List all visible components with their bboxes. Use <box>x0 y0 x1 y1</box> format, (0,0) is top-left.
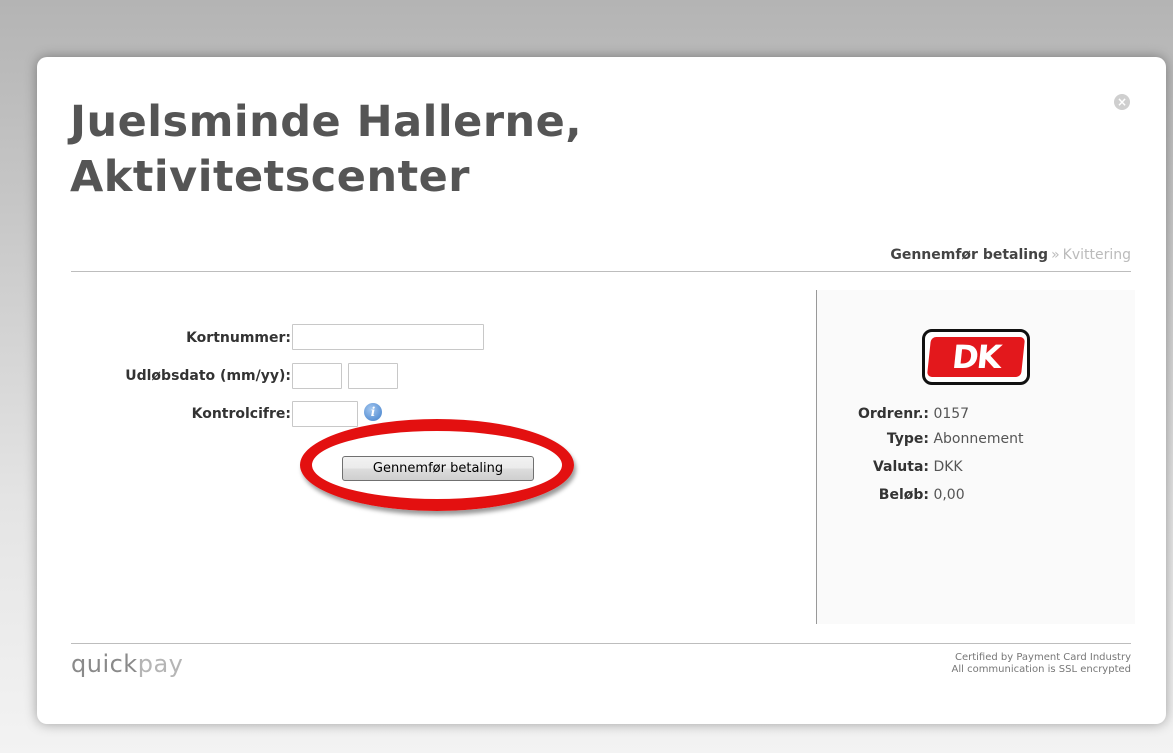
expiry-month-input[interactable] <box>292 363 342 389</box>
currency-label: Valuta: <box>872 459 929 475</box>
order-number-label: Ordrenr.: <box>857 406 929 422</box>
amount-value: 0,00 <box>933 487 965 503</box>
amount-row: Beløb: 0,00 <box>837 487 965 503</box>
step-current: Gennemfør betaling <box>890 247 1049 263</box>
pay-button[interactable]: Gennemfør betaling <box>342 456 534 481</box>
order-number-row: Ordrenr.: 0157 <box>837 406 969 422</box>
brand-part-2: pay <box>137 650 184 678</box>
type-row: Type: Abonnement <box>837 431 1024 447</box>
cvc-input[interactable] <box>292 401 358 427</box>
step-separator: » <box>1051 247 1060 263</box>
expiry-year-input[interactable] <box>348 363 398 389</box>
cert-line-1: Certified by Payment Card Industry <box>954 652 1131 663</box>
order-number-value: 0157 <box>933 406 970 422</box>
header-divider <box>71 271 1131 272</box>
dankort-logo: DK <box>922 329 1030 385</box>
cvc-label: Kontrolcifre: <box>191 406 291 422</box>
currency-row: Valuta: DKK <box>837 459 963 475</box>
expiry-label: Udløbsdato (mm/yy): <box>125 368 291 384</box>
info-icon[interactable]: i <box>364 403 382 421</box>
title-line-2: Aktivitetscenter <box>70 152 470 202</box>
quickpay-logo: quickpay <box>71 650 183 678</box>
footer-divider <box>71 643 1131 644</box>
title-line-1: Juelsminde Hallerne, <box>70 97 583 147</box>
page-title: Juelsminde Hallerne, Aktivitetscenter <box>70 95 582 205</box>
step-next: Kvittering <box>1062 247 1131 263</box>
cert-line-2: All communication is SSL encrypted <box>951 664 1132 675</box>
close-icon[interactable]: × <box>1114 94 1130 110</box>
card-number-input[interactable] <box>292 324 484 350</box>
currency-value: DKK <box>933 459 963 475</box>
step-breadcrumb: Gennemfør betaling» Kvittering <box>890 247 1131 263</box>
type-label: Type: <box>886 431 929 447</box>
dankort-logo-text: DK <box>926 337 1026 377</box>
payment-dialog: × Juelsminde Hallerne, Aktivitetscenter … <box>37 57 1166 724</box>
card-number-label: Kortnummer: <box>186 330 291 346</box>
amount-label: Beløb: <box>878 487 929 503</box>
type-value: Abonnement <box>933 431 1024 447</box>
security-note: Certified by Payment Card Industry All c… <box>952 652 1132 676</box>
brand-part-1: quick <box>71 650 138 678</box>
